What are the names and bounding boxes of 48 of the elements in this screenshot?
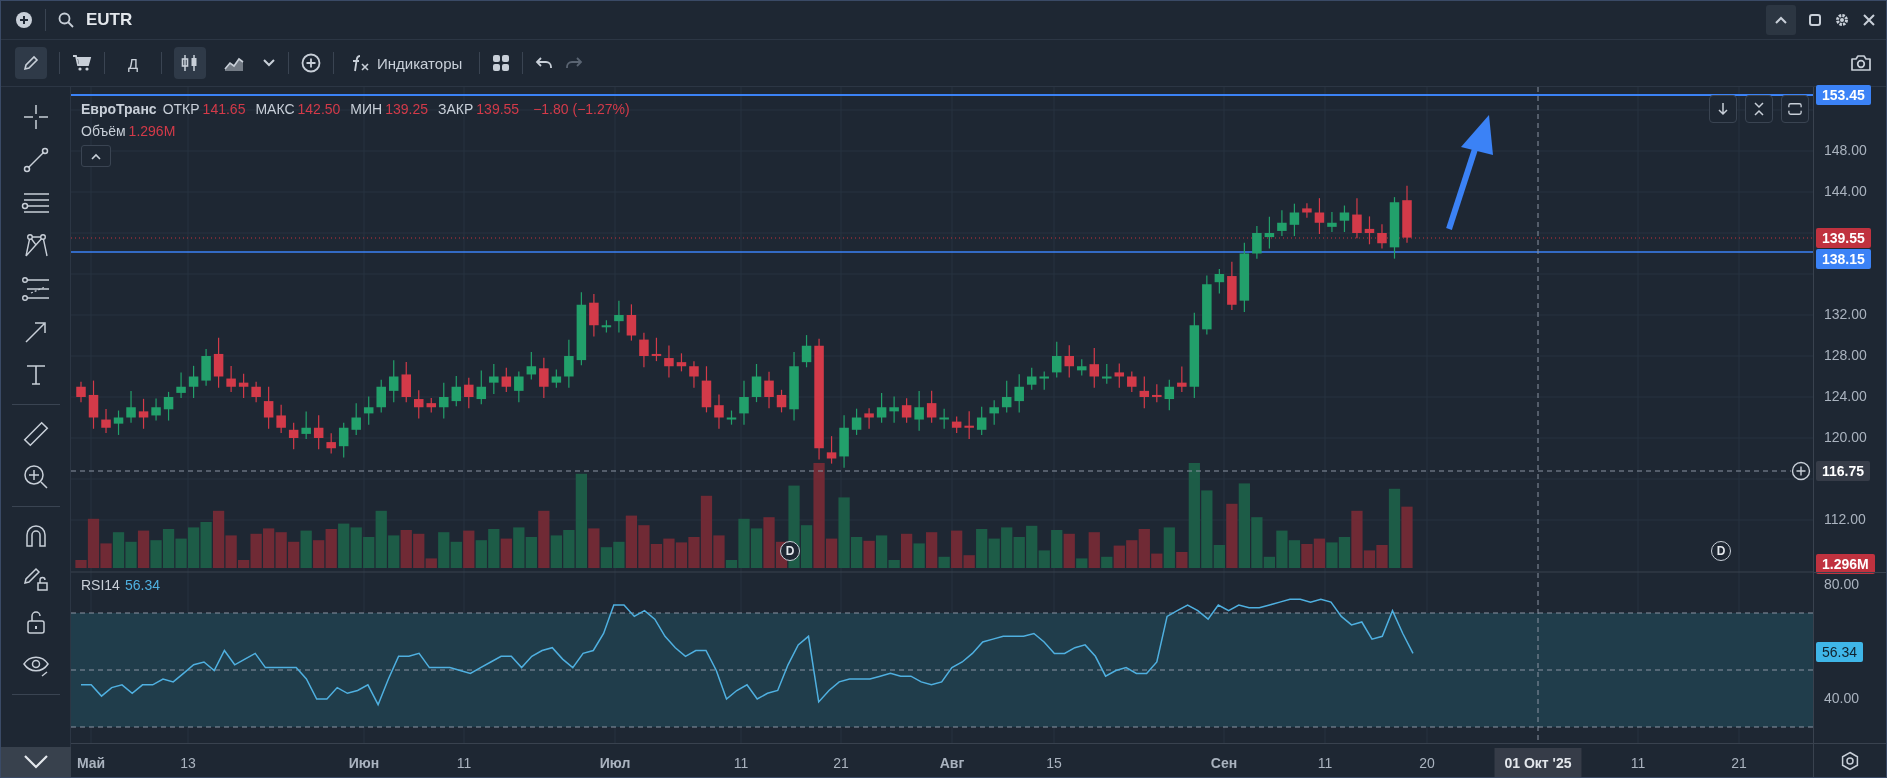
price-tick: 128.00: [1824, 347, 1867, 363]
volume-value: 1.296M: [128, 123, 176, 139]
time-label: 11: [456, 755, 472, 771]
time-label: 21: [833, 755, 849, 771]
price-tick: 144.00: [1824, 183, 1867, 199]
price-label: 1.296M: [1816, 554, 1875, 574]
ohlc-value: 139.55: [476, 101, 520, 117]
time-label: 01 Окт '25: [1494, 748, 1582, 777]
time-label: Май: [76, 755, 106, 771]
rsi-tick: 80.00: [1824, 576, 1860, 592]
time-label: 11: [733, 755, 749, 771]
time-label: Авг: [939, 755, 965, 771]
price-change: −1.80 (−1.27%): [533, 101, 630, 117]
time-label: 11: [1630, 755, 1646, 771]
time-label: 11: [1317, 755, 1333, 771]
price-tick: 112.00: [1824, 511, 1866, 527]
indicators-button[interactable]: Индикаторы: [346, 47, 468, 79]
rsi-price-label: 56.34: [1816, 642, 1864, 663]
rsi-label: RSI14: [81, 577, 120, 593]
ohlc-value: 141.65: [202, 101, 246, 117]
time-label: 15: [1046, 755, 1062, 771]
symbol-text[interactable]: EUTR: [86, 10, 133, 30]
price-tick: 120.00: [1824, 429, 1867, 445]
ohlc-value: 142.50: [297, 101, 341, 117]
price-label: 138.15: [1816, 248, 1871, 269]
price-label: 116.75: [1816, 461, 1871, 482]
time-label: Июн: [348, 755, 380, 771]
ohlc-label: МАКС: [255, 101, 295, 117]
ticker-name: ЕвроТранс: [81, 101, 157, 117]
time-label: Июл: [599, 755, 631, 771]
rsi-value: 56.34: [124, 577, 160, 593]
time-label: 21: [1731, 755, 1747, 771]
rsi-tick: 40.00: [1824, 690, 1860, 706]
price-label: 153.45: [1816, 85, 1871, 106]
volume-label: Объём: [81, 123, 126, 139]
price-label: 139.55: [1816, 227, 1871, 248]
price-tick: 148.00: [1824, 142, 1867, 158]
price-tick: 132.00: [1824, 306, 1867, 322]
ohlc-label: ОТКР: [162, 101, 200, 117]
ohlc-label: МИН: [350, 101, 383, 117]
ohlc-label: ЗАКР: [438, 101, 474, 117]
interval-button[interactable]: Д: [117, 47, 149, 79]
time-label: 20: [1419, 755, 1435, 771]
time-label: 13: [180, 755, 196, 771]
ohlc-value: 139.25: [385, 101, 429, 117]
price-tick: 124.00: [1824, 388, 1867, 404]
time-label: Сен: [1210, 755, 1238, 771]
dividend-marker[interactable]: D: [1711, 541, 1731, 561]
